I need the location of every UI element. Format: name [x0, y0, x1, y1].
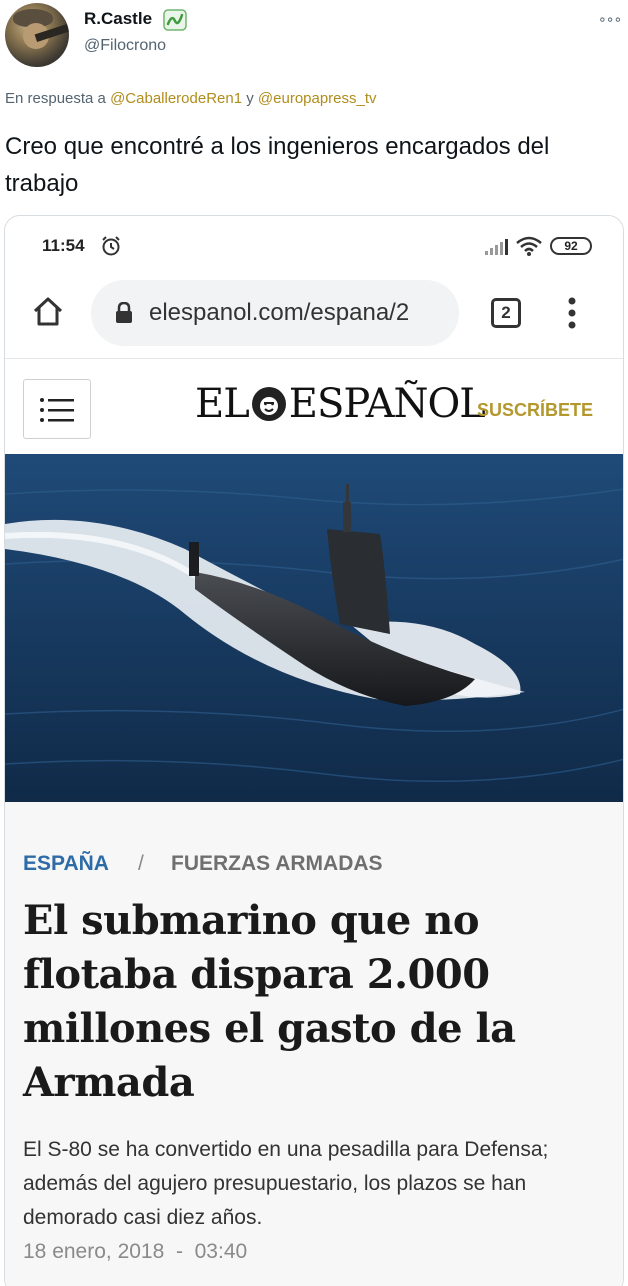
reply-joiner: y	[246, 90, 254, 107]
handle[interactable]: @Filocrono	[84, 37, 166, 55]
tweet-text: Creo que encontré a los ingenieros encar…	[5, 133, 550, 197]
url-text[interactable]: elespanol.com/espana/2	[149, 299, 449, 327]
site-header: EL ESPAÑOL SUSCRÍBETE	[5, 358, 623, 454]
wifi-icon	[516, 236, 542, 256]
article-teaser: ESPAÑA / FUERZAS ARMADAS El submarino qu…	[5, 802, 623, 1286]
subscribe-link[interactable]: SUSCRÍBETE	[477, 400, 593, 421]
home-icon[interactable]	[31, 294, 65, 328]
avatar[interactable]	[5, 3, 69, 67]
article-summary: El S-80 se ha convertido en una pesadill…	[23, 1138, 549, 1229]
logo-text-left: EL	[195, 381, 250, 427]
tweet-header: R.Castle @Filocrono ∘∘∘	[0, 0, 628, 80]
battery-indicator: 92	[550, 237, 592, 255]
section-link-fuerzas-armadas[interactable]: FUERZAS ARMADAS	[171, 852, 383, 876]
browser-toolbar: elespanol.com/espana/2 2	[5, 274, 623, 358]
alarm-icon	[102, 236, 120, 256]
article-headline[interactable]: El submarino que no flotaba dispara 2.00…	[23, 894, 613, 1110]
logo-text-right: ESPAÑOL	[288, 381, 486, 427]
signal-icon	[485, 239, 508, 255]
tabs-icon[interactable]: 2	[491, 298, 521, 328]
submarine-photo[interactable]	[5, 454, 623, 802]
verified-badge-icon	[163, 9, 187, 31]
reply-mention-link[interactable]: @CaballerodeRen1	[110, 90, 242, 107]
section-link-espana[interactable]: ESPAÑA	[23, 852, 109, 876]
phone-status-bar: 11:54 92	[5, 216, 623, 274]
lion-logo-icon	[251, 387, 286, 421]
overflow-menu-icon[interactable]	[567, 296, 577, 330]
reply-context: En respuesta a @CaballerodeRen1 y @europ…	[5, 90, 377, 107]
tweet-media-screenshot[interactable]: 11:54 92 elespanol.com/espana/2 2 EL ESP…	[4, 215, 624, 1286]
reply-prefix: En respuesta a	[5, 90, 106, 107]
hamburger-menu-icon	[40, 398, 74, 422]
lock-icon	[116, 302, 132, 323]
section-separator: /	[138, 852, 144, 875]
site-logo[interactable]: EL ESPAÑOL	[195, 381, 486, 431]
menu-button[interactable]	[23, 379, 91, 439]
more-icon[interactable]: ∘∘∘	[598, 12, 622, 26]
display-name[interactable]: R.Castle	[84, 9, 152, 29]
article-dateline: 18 enero, 2018 - 03:40	[23, 1240, 248, 1263]
status-time: 11:54	[42, 236, 85, 255]
reply-mention-link[interactable]: @europapress_tv	[258, 90, 377, 107]
address-bar[interactable]: elespanol.com/espana/2	[91, 280, 459, 346]
